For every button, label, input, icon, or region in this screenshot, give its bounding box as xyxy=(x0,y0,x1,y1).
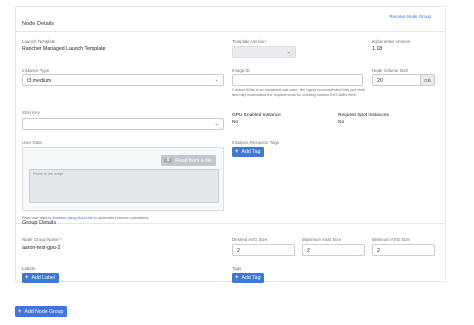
instance-type-value: t3.medium xyxy=(27,78,52,84)
minimum-asg-size-label: Minimum ASG Size xyxy=(372,237,410,242)
add-group-tag-label: Add Tag xyxy=(241,275,261,281)
node-group-name-value: aaron-test-gpu-2 xyxy=(22,245,61,251)
upload-icon: ⇪ xyxy=(164,157,173,163)
plus-icon: + xyxy=(235,275,239,281)
required-marker: * xyxy=(60,237,62,242)
plus-icon: + xyxy=(235,149,239,155)
node-volume-size-label: Node Volume Size xyxy=(372,68,409,73)
add-label-label: Add Label xyxy=(31,275,55,281)
desired-asg-size-input[interactable]: 2 xyxy=(232,244,295,256)
node-details-divider xyxy=(16,31,445,32)
instance-type-select[interactable]: t3.medium ⌄ xyxy=(22,74,224,86)
plus-icon: + xyxy=(25,275,29,281)
ssh-key-select[interactable]: ⌄ xyxy=(22,118,224,130)
node-group-name-label-text: Node Group Name xyxy=(22,237,59,242)
kubernetes-version-value: 1.18 xyxy=(372,46,383,52)
maximum-asg-size-label: Maximum ASG Size xyxy=(302,237,342,242)
maximum-asg-size-input[interactable]: 2 xyxy=(302,244,365,256)
gpu-enabled-label: GPU Enabled Instance xyxy=(232,113,281,118)
remove-node-group-link[interactable]: Remove Node Group xyxy=(390,14,432,19)
user-data-textarea[interactable]: Paste in the script xyxy=(29,169,219,203)
instance-type-label: Instance Type xyxy=(22,68,50,73)
chevron-down-icon: ⌄ xyxy=(214,121,219,127)
node-volume-size-input[interactable]: 20 GB xyxy=(372,74,435,86)
launch-template-value: Rancher Managed Launch Template xyxy=(22,46,106,52)
spot-instances-value[interactable]: No xyxy=(338,120,344,125)
group-details-divider xyxy=(16,223,445,224)
launch-template-label: Launch Template xyxy=(22,39,56,44)
node-details-title: Node Details xyxy=(22,21,55,27)
image-id-label: Image ID xyxy=(232,68,250,73)
cloud-init-link[interactable]: Amazon using cloud-init xyxy=(52,216,92,220)
desired-asg-size-label: Desired ASG Size xyxy=(232,237,268,242)
minimum-asg-size-input[interactable]: 2 xyxy=(372,244,435,256)
kubernetes-version-label: Kubernetes Version xyxy=(372,39,411,44)
labels-label: Labels xyxy=(22,266,35,271)
read-from-file-button[interactable]: ⇪ Read from a file xyxy=(161,155,216,166)
group-details-title: Group Details xyxy=(22,220,57,226)
add-instance-tag-button[interactable]: + Add Tag xyxy=(232,147,265,157)
template-version-label: Template Version xyxy=(232,39,266,44)
node-group-name-label: Node Group Name * xyxy=(22,237,62,242)
spot-instances-label: Request Spot Instances xyxy=(338,113,389,118)
image-id-help: Custom AMIs is an advanced use case. We … xyxy=(232,88,368,97)
add-instance-tag-label: Add Tag xyxy=(241,149,261,155)
chevron-down-icon: ⌄ xyxy=(214,77,219,83)
chevron-down-icon: ⌄ xyxy=(286,49,291,55)
image-id-help-link[interactable]: here xyxy=(348,93,356,97)
add-node-group-label: Add Node Group xyxy=(24,308,64,315)
image-id-input[interactable] xyxy=(232,74,363,86)
node-volume-size-value: 20 xyxy=(377,78,383,84)
instance-resource-tags-label: Instance Resource Tags xyxy=(232,140,280,145)
gpu-enabled-value[interactable]: No xyxy=(232,120,238,125)
add-label-button[interactable]: + Add Label xyxy=(22,273,59,283)
add-group-tag-button[interactable]: + Add Tag xyxy=(232,273,265,283)
plus-icon: + xyxy=(18,308,22,315)
image-id-help-text: Custom AMIs is an advanced use case. We … xyxy=(232,88,365,97)
ssh-key-label: SSH Key xyxy=(22,110,40,115)
add-node-group-button[interactable]: + Add Node Group xyxy=(15,306,68,317)
volume-unit-addon: GB xyxy=(420,75,434,85)
template-version-select[interactable]: ⌄ xyxy=(232,46,296,58)
user-data-label: User Data xyxy=(22,140,42,145)
user-data-help-suffix: to automate common operations. xyxy=(93,216,150,220)
user-data-box: ⇪ Read from a file Paste in the script xyxy=(22,147,224,211)
tags-label: Tags xyxy=(232,266,242,271)
read-from-file-label: Read from a file xyxy=(175,157,212,164)
node-group-panel: Node Details Remove Node Group Launch Te… xyxy=(15,6,446,283)
